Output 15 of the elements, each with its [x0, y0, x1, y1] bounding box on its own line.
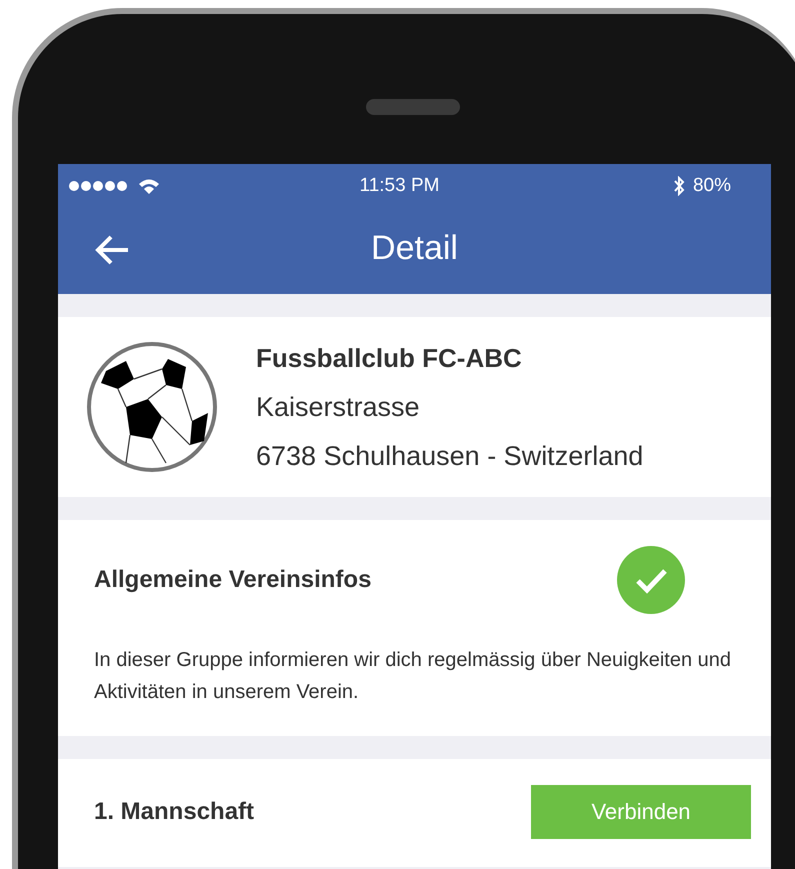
signal-icon	[68, 180, 130, 192]
header-title: Detail	[371, 228, 458, 268]
group-title: 1. Mannschaft	[94, 798, 254, 826]
bluetooth-icon	[672, 176, 685, 196]
football-icon	[86, 341, 218, 473]
club-city: 6738 Schulhausen - Switzerland	[256, 440, 644, 472]
back-arrow-icon[interactable]	[94, 234, 130, 266]
status-time: 11:53 PM	[360, 175, 440, 197]
wifi-icon	[138, 178, 160, 194]
club-name: Fussballclub FC-ABC	[256, 342, 523, 374]
group-description: In dieser Gruppe informieren wir dich regelmässig über Neuigkeiten und Aktivitäten in unserem Verein.	[94, 648, 732, 705]
club-street: Kaiserstrasse	[256, 392, 421, 422]
connect-button[interactable]: Verbinden	[531, 785, 751, 839]
battery-percent: 80%	[692, 175, 731, 197]
group-title: Allgemeine Vereinsinfos	[94, 566, 372, 594]
